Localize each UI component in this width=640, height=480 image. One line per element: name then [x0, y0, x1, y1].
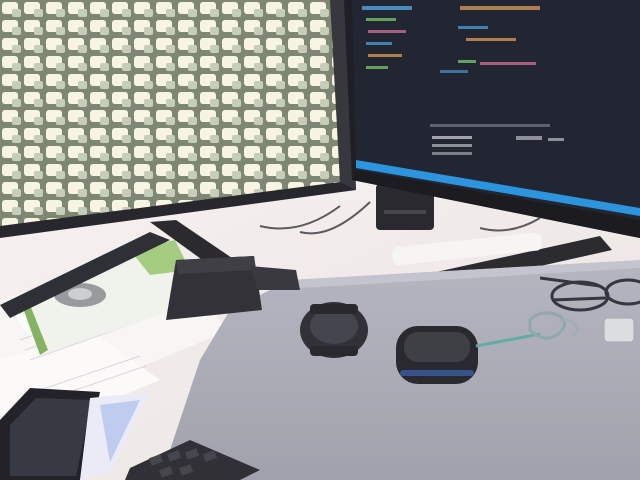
desk-photo	[0, 0, 640, 480]
photo-canvas	[0, 0, 640, 480]
